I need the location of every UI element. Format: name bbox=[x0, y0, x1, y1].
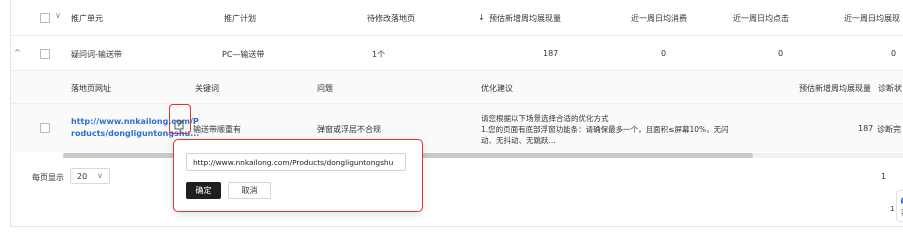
row-checkbox[interactable] bbox=[40, 49, 50, 59]
detail-forecast-value: 187 bbox=[858, 124, 874, 133]
detail-header: 落地页网址 关键词 问题 优化建议 预估新增周均展现量 诊断状 bbox=[11, 71, 903, 104]
per-page-value: 20 bbox=[77, 172, 88, 181]
clicks-value: 0 bbox=[778, 49, 784, 58]
col-header-keyword: 关键词 bbox=[195, 84, 219, 93]
sort-desc-icon[interactable]: ↓ bbox=[478, 13, 485, 22]
chevron-down-icon[interactable]: ∨ bbox=[55, 11, 61, 20]
col-header-suggestion: 优化建议 bbox=[481, 84, 513, 93]
edit-url-popup: http://www.nnkailong.com/Products/dongli… bbox=[173, 139, 423, 212]
suggestion-line1: 请您根据以下场景选择合适的优化方式 bbox=[481, 114, 609, 123]
detail-row-checkbox[interactable] bbox=[40, 123, 50, 133]
keyword-text: 输送带顺重有 bbox=[193, 125, 241, 134]
table-row: ^ 疑问词-输送带 PC—输送带 1个 187 0 0 0 bbox=[11, 36, 903, 71]
unit-name: 疑问词-输送带 bbox=[71, 50, 122, 59]
forecast-value: 187 bbox=[543, 49, 559, 58]
suggestion-line2: 1.您的页面有底部浮窗功能条：请确保最多一个，且面积≤屏幕10%，无闪 bbox=[481, 125, 729, 134]
detail-row: http://www.nnkailong.com/P roducts/dongl… bbox=[11, 104, 903, 152]
plan-name: PC—输送带 bbox=[222, 50, 265, 59]
col-header-issue: 问题 bbox=[317, 84, 333, 93]
campaign-table-panel: ∨ 推广单元 推广计划 待修改落地页 ↓ 预估新增周均展现量 近一周日均消费 近… bbox=[10, 0, 903, 227]
col-header-plan[interactable]: 推广计划 bbox=[224, 13, 256, 24]
edit-highlight bbox=[169, 104, 191, 134]
chevron-down-icon: ∨ bbox=[97, 171, 103, 180]
per-page-label: 每页显示 bbox=[32, 173, 64, 182]
pagination: 每页显示 20 ∨ 1 bbox=[11, 160, 903, 190]
confirm-button[interactable]: 确定 bbox=[186, 182, 221, 199]
cost-value: 0 bbox=[661, 49, 667, 58]
table-header: ∨ 推广单元 推广计划 待修改落地页 ↓ 预估新增周均展现量 近一周日均消费 近… bbox=[11, 0, 903, 36]
per-page-select[interactable]: 20 ∨ bbox=[70, 168, 110, 184]
collapse-icon[interactable]: ^ bbox=[14, 48, 21, 57]
page-number[interactable]: 1 bbox=[881, 172, 886, 181]
col-header-clicks[interactable]: 近一周日均点击 bbox=[733, 13, 789, 24]
col-header-cost[interactable]: 近一周日均消费 bbox=[631, 13, 687, 24]
col-header-diagnose: 诊断状 bbox=[878, 84, 902, 93]
customer-service-button[interactable]: 客 bbox=[896, 190, 903, 222]
col-header-url: 落地页网址 bbox=[71, 84, 111, 93]
col-header-unit[interactable]: 推广单元 bbox=[71, 13, 103, 24]
float-page-hint: 1 bbox=[890, 205, 895, 213]
url-input[interactable]: http://www.nnkailong.com/Products/dongli… bbox=[186, 153, 406, 171]
impressions-value: 0 bbox=[891, 49, 897, 58]
col-header-pending[interactable]: 待修改落地页 bbox=[367, 13, 415, 24]
suggestion-line3: 动、无抖动、无跳跃... bbox=[481, 136, 556, 145]
issue-text: 弹窗或浮层不合规 bbox=[317, 125, 381, 134]
select-all-checkbox[interactable] bbox=[40, 13, 50, 23]
col-header-forecast[interactable]: 预估新增周均展现量 bbox=[489, 13, 561, 24]
diagnose-status: 诊断完 bbox=[877, 125, 901, 134]
col-header-impressions[interactable]: 近一周日均展现 bbox=[844, 13, 900, 24]
cancel-button[interactable]: 取消 bbox=[228, 182, 271, 199]
col-header-forecast-detail: 预估新增周均展现量 bbox=[799, 84, 871, 93]
pending-count[interactable]: 1个 bbox=[372, 49, 385, 60]
